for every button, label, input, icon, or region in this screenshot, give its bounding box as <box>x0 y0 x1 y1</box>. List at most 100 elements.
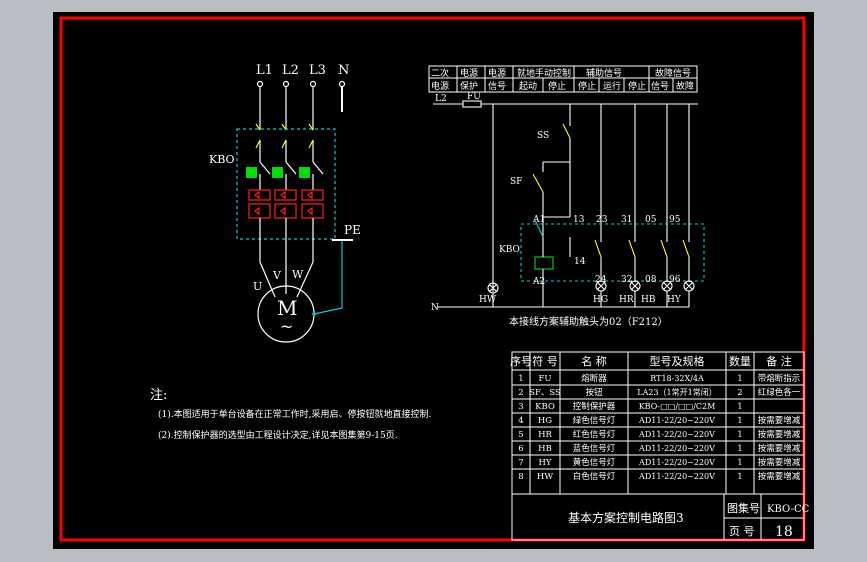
table-cell: 1 <box>518 374 523 384</box>
atlas-number-label: 图集号 <box>727 501 760 515</box>
svg-text:辅助信号: 辅助信号 <box>586 67 622 79</box>
control-labels: L2 FU N SS SF KBO A1 13 23 31 05 95 A2 1… <box>431 92 682 313</box>
svg-text:保护: 保护 <box>460 80 478 92</box>
phase-label-l1: L1 <box>256 63 273 78</box>
table-cell: 1 <box>737 458 742 468</box>
table-cell: 1 <box>737 472 742 482</box>
drawing-title: 基本方案控制电路图3 <box>568 510 684 525</box>
svg-text:停止: 停止 <box>628 80 646 92</box>
svg-text:HG: HG <box>593 295 608 305</box>
control-wiring <box>433 100 705 308</box>
table-cell: 绿色信号灯 <box>573 415 616 426</box>
svg-text:SS: SS <box>537 131 549 141</box>
table-header-cell: 符 号 <box>532 355 558 368</box>
parts-table: 序号符 号 名 称 型号及规格 数量 备 注 1 FU 熔断器 RT18-32X/4A 1 带熔断指… <box>510 354 801 482</box>
phase-label-n: N <box>338 63 349 78</box>
svg-text:08: 08 <box>645 275 657 285</box>
svg-text:95: 95 <box>669 215 681 225</box>
svg-text:就地手动控制: 就地手动控制 <box>517 67 571 79</box>
table-cell: HG <box>538 416 552 426</box>
table-cell: LA23（1常开1常闭） <box>637 388 716 397</box>
pe-label: PE <box>344 223 361 237</box>
motor-terminal-w: W <box>292 268 304 281</box>
atlas-number-value: KBO-CC <box>767 504 810 515</box>
table-cell: KBO <box>535 402 555 412</box>
svg-text:N: N <box>431 303 439 313</box>
overload-elements <box>248 189 324 219</box>
table-cell: 1 <box>737 416 742 426</box>
motor-terminal-u: U <box>253 280 262 293</box>
terminal-l1 <box>256 80 264 88</box>
table-cell: 按需要增减 <box>758 471 801 482</box>
table-header-cell: 数量 <box>729 355 751 368</box>
table-cell: 按需要增减 <box>758 415 801 426</box>
svg-text:FU: FU <box>467 92 481 102</box>
table-cell: 1 <box>737 430 742 440</box>
svg-text:24: 24 <box>595 275 607 285</box>
svg-text:32: 32 <box>621 275 632 285</box>
terminal-n <box>338 80 346 88</box>
svg-text:96: 96 <box>669 275 681 285</box>
table-cell: AD11-22/20~220V <box>638 444 715 453</box>
table-cell: 7 <box>518 458 523 468</box>
table-cell: HB <box>538 444 552 454</box>
table-cell: 2 <box>737 388 742 398</box>
table-header-cell: 序号 <box>510 354 532 368</box>
table-cell: SF、SS <box>529 388 561 398</box>
table-cell: 按需要增减 <box>758 429 801 440</box>
table-cell: HY <box>538 458 551 468</box>
terminal-l2 <box>282 80 290 88</box>
svg-text:HW: HW <box>479 295 497 305</box>
svg-text:信号: 信号 <box>651 80 669 92</box>
motor-terminal-v: V <box>272 269 282 282</box>
svg-text:起动: 起动 <box>519 81 537 92</box>
svg-text:KBO: KBO <box>499 245 520 255</box>
page-number-value: 18 <box>775 524 793 540</box>
svg-text:信号: 信号 <box>488 80 506 92</box>
table-cell: 8 <box>518 472 523 482</box>
svg-text:二次: 二次 <box>431 67 449 79</box>
svg-text:05: 05 <box>645 215 657 225</box>
table-cell: 黄色信号灯 <box>573 457 616 468</box>
table-cell: KBO-□□/□□/C2M <box>639 402 716 411</box>
svg-text:13: 13 <box>573 215 585 225</box>
control-note: 本接线方案辅助触头为02（F212） <box>509 315 668 328</box>
table-cell: RT18-32X/4A <box>650 374 704 383</box>
table-cell: 1 <box>737 402 742 412</box>
svg-text:A1: A1 <box>532 215 545 225</box>
svg-text:HB: HB <box>641 295 656 305</box>
note-line-1: (1).本图适用于单台设备在正常工作时,采用启、停按钮就地直接控制. <box>158 408 431 420</box>
table-cell: 按钮 <box>585 387 603 398</box>
table-header-cell: 型号及规格 <box>650 354 705 368</box>
table-cell: 2 <box>518 388 523 398</box>
table-cell: 控制保护器 <box>573 401 616 412</box>
drawing-sheet: L1 L2 L3 N KBO U V W M ~ PE 二次 电源 电源 就地手… <box>53 12 814 549</box>
table-header-cell: 名 称 <box>581 354 607 368</box>
schematic-canvas: L1 L2 L3 N KBO U V W M ~ PE 二次 电源 电源 就地手… <box>59 16 810 542</box>
svg-text:SF: SF <box>510 177 522 187</box>
table-cell: HW <box>537 472 553 482</box>
note-line-2: (2).控制保护器的选型由工程设计决定,详见本图集第9-15页. <box>158 429 398 441</box>
svg-text:电源: 电源 <box>431 80 449 92</box>
table-cell: 6 <box>518 444 523 454</box>
table-cell: 带熔断指示 <box>758 373 801 384</box>
svg-text:14: 14 <box>574 257 586 267</box>
svg-text:停止: 停止 <box>578 80 596 92</box>
phase-label-l2: L2 <box>282 63 299 78</box>
phase-label-l3: L3 <box>309 63 326 78</box>
kbo-aux-boundary <box>520 223 705 282</box>
table-cell: AD11-22/20~220V <box>638 472 715 481</box>
table-cell: 5 <box>518 430 523 440</box>
table-cell: AD11-22/20~220V <box>638 416 715 425</box>
svg-text:L2: L2 <box>435 94 447 104</box>
table-cell: 3 <box>518 402 523 412</box>
table-cell: 4 <box>518 416 523 426</box>
svg-text:电源: 电源 <box>488 67 506 79</box>
svg-text:HR: HR <box>619 295 634 305</box>
terminal-l3 <box>309 80 317 88</box>
table-header-cell: 备 注 <box>766 354 792 368</box>
control-header-text: 二次 电源 电源 就地手动控制 辅助信号 故障信号 电源 保护 信号 起动 停止… <box>431 67 694 92</box>
notes-title: 注: <box>150 388 167 403</box>
table-cell: 1 <box>737 374 742 384</box>
page-number-label: 页 号 <box>729 525 755 538</box>
